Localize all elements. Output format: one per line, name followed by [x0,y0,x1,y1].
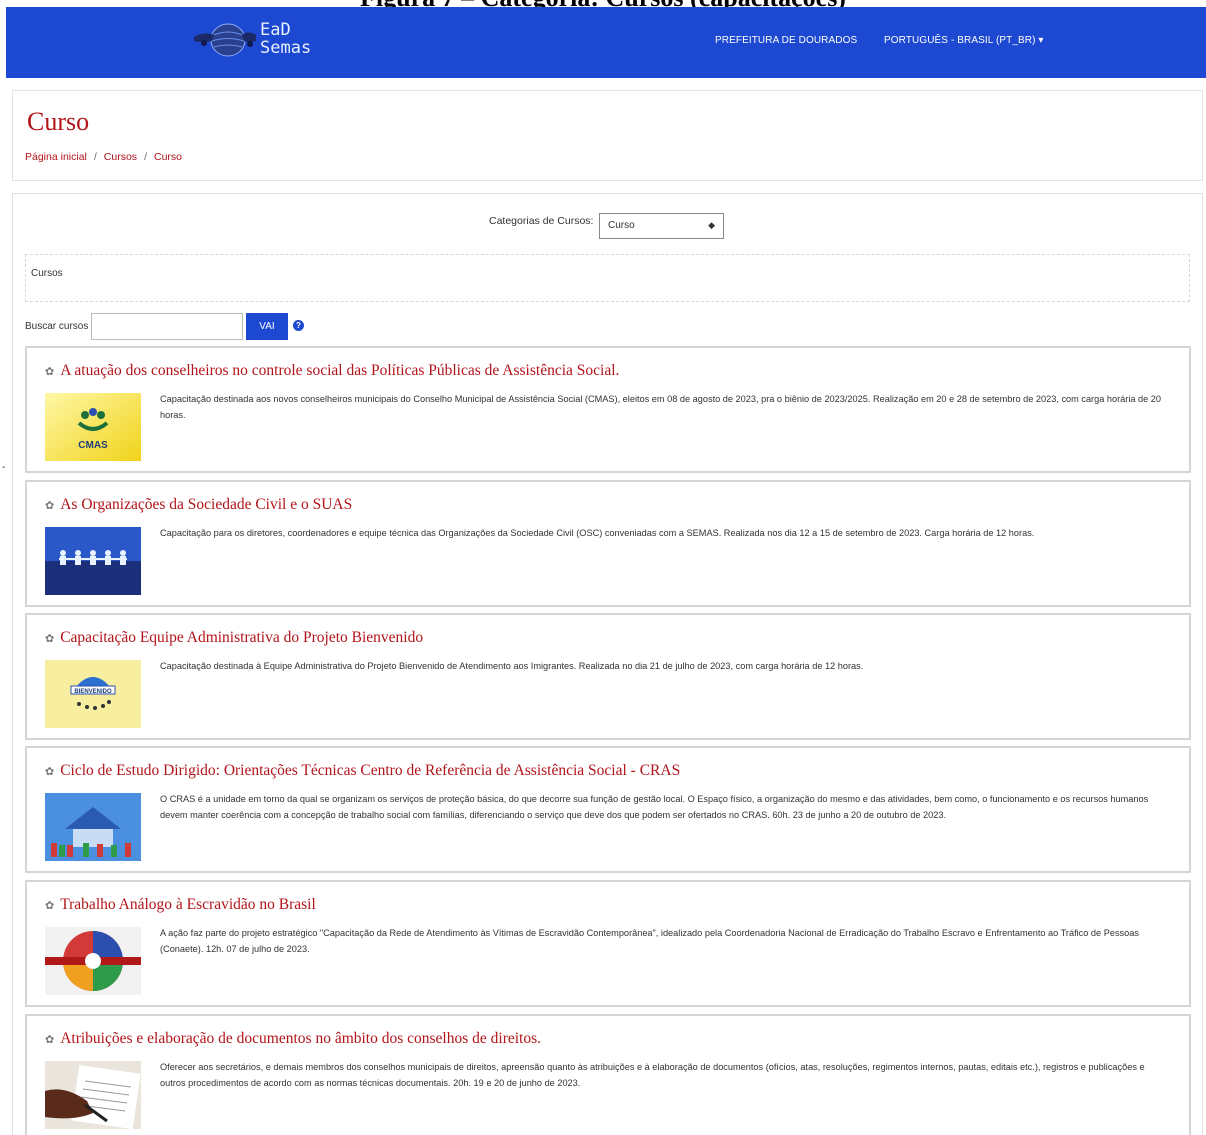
breadcrumb-separator: / [144,151,147,163]
category-select-value: Curso [608,220,635,231]
category-select[interactable]: Curso ◆ [599,213,724,239]
search-button[interactable]: VAI [246,313,288,340]
course-thumbnail-osc[interactable] [45,527,141,595]
cmas-logo-text: CMAS [78,440,108,451]
course-item: ✿ A atuação dos conselheiros no controle … [25,346,1191,473]
course-title-text: A atuação dos conselheiros no controle s… [60,362,620,379]
course-summary: Capacitação destinada à Equipe Administr… [160,661,864,671]
course-title[interactable]: ✿ As Organizações da Sociedade Civil e o … [45,496,352,514]
course-title[interactable]: ✿ A atuação dos conselheiros no controle … [45,362,619,380]
course-thumbnail-escravidao[interactable] [45,927,141,995]
course-summary: A ação faz parte do projeto estratégico … [160,928,1139,954]
site-logo[interactable]: EaD Semas [192,19,342,65]
breadcrumb-home[interactable]: Página inicial [25,151,87,163]
course-title[interactable]: ✿ Capacitação Equipe Administrativa do Pr… [45,629,423,647]
nav-links: PREFEITURA DE DOURADOS PORTUGUÊS - BRASI… [715,35,1068,46]
breadcrumb-separator: / [93,151,97,163]
select-arrows-icon: ◆ [708,220,715,230]
graduation-cap-icon: ✿ [45,765,55,778]
category-description: Cursos [31,268,63,279]
globe-logo-icon [194,23,256,57]
graduation-cap-icon: ✿ [45,365,55,378]
category-selector-row: Categorias de Cursos: Curso ◆ [489,213,724,239]
course-title-text: Atribuições e elaboração de documentos n… [60,1030,542,1047]
course-category-region: Categorias de Cursos: Curso ◆ Cursos Bus… [12,193,1203,1135]
writing-hand-image [45,1061,141,1129]
margin-mark: - [2,462,6,473]
breadcrumb-curso[interactable]: Curso [154,151,182,163]
course-summary: Capacitação destinada aos novos conselhe… [160,394,1162,420]
course-thumbnail-cmas[interactable]: CMAS [45,393,141,461]
course-title-text: As Organizações da Sociedade Civil e o S… [60,496,353,513]
course-title-text: Trabalho Análogo à Escravidão no Brasil [60,896,316,913]
logo-line-1: EaD [260,20,291,40]
course-thumbnail-documentos[interactable] [45,1061,141,1129]
course-title[interactable]: ✿ Atribuições e elaboração de documentos … [45,1030,541,1048]
course-item: ✿ Capacitação Equipe Administrativa do Pr… [25,613,1191,740]
category-description-box: Cursos [25,254,1190,302]
breadcrumb: Página inicial / Cursos / Curso [25,151,182,163]
course-item: ✿ Ciclo de Estudo Dirigido: Orientações T… [25,746,1191,873]
graduation-cap-icon: ✿ [45,1033,55,1046]
search-label: Buscar cursos [25,321,89,332]
course-summary: Capacitação para os diretores, coordenad… [160,528,1035,538]
course-item: ✿ As Organizações da Sociedade Civil e o … [25,480,1191,607]
logo-line-2: Semas [260,38,312,58]
top-navbar: EaD Semas PREFEITURA DE DOURADOS PORTUGU… [6,7,1206,78]
course-title[interactable]: ✿ Trabalho Análogo à Escravidão no Brasil [45,896,316,914]
graduation-cap-icon: ✿ [45,499,55,512]
course-title-text: Capacitação Equipe Administrativa do Pro… [60,629,424,646]
course-title-text: Ciclo de Estudo Dirigido: Orientações Té… [60,762,681,779]
language-menu[interactable]: PORTUGUÊS - BRASIL (PT_BR) ▾ [884,35,1044,46]
course-thumbnail-cras[interactable] [45,793,141,861]
graduation-cap-icon: ✿ [45,632,55,645]
logo-text: EaD Semas [260,21,311,57]
cras-illustration-image [45,793,141,861]
course-item: ✿ Atribuições e elaboração de documentos … [25,1014,1191,1135]
course-summary: Oferecer aos secretários, e demais membr… [160,1062,1145,1088]
people-chain-image [45,527,141,595]
question-circle-icon[interactable]: ? [293,320,304,331]
course-item: ✿ Trabalho Análogo à Escravidão no Brasil… [25,880,1191,1007]
pie-wheel-image [45,927,141,995]
graduation-cap-icon: ✿ [45,899,55,912]
course-title[interactable]: ✿ Ciclo de Estudo Dirigido: Orientações T… [45,762,680,780]
category-label: Categorias de Cursos: [489,215,594,227]
course-thumbnail-bienvenido[interactable]: BIENVENIDO [45,660,141,728]
search-input[interactable] [91,313,243,340]
course-summary: O CRAS é a unidade em torno da qual se o… [160,794,1149,820]
page-title: Curso [27,107,90,136]
bienvenido-logo-text: BIENVENIDO [74,689,112,695]
nav-link-prefeitura[interactable]: PREFEITURA DE DOURADOS [715,35,857,46]
bienvenido-logo-image: BIENVENIDO [45,660,141,728]
page-header: Curso Página inicial / Cursos / Curso [12,90,1203,181]
cmas-logo-image: CMAS [45,393,141,461]
breadcrumb-cursos[interactable]: Cursos [104,151,137,163]
